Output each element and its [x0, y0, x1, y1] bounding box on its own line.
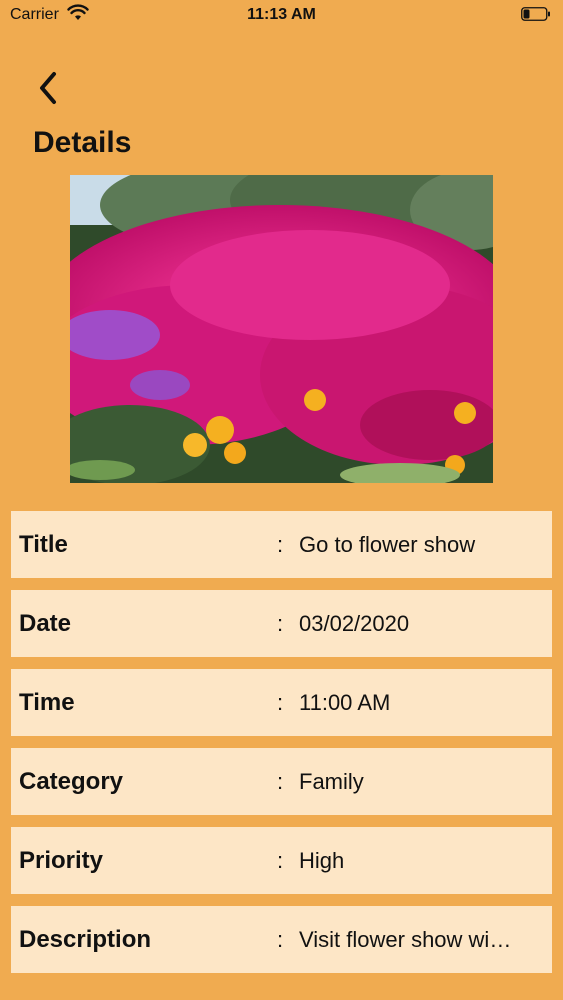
detail-label: Date: [19, 609, 72, 637]
detail-label: Title: [19, 530, 68, 558]
detail-row-title: Title : Go to flower show: [11, 511, 552, 578]
detail-label: Description: [19, 925, 152, 953]
detail-separator: :: [277, 847, 284, 873]
battery-icon: [521, 7, 550, 21]
detail-label: Category: [19, 767, 124, 795]
detail-separator: :: [277, 610, 284, 636]
detail-row-date: Date : 03/02/2020: [11, 590, 552, 657]
detail-separator: :: [277, 689, 284, 715]
detail-value: 11:00 AM: [299, 689, 391, 715]
detail-separator: :: [277, 531, 284, 557]
detail-value: High: [299, 847, 345, 873]
detail-label: Priority: [19, 846, 104, 874]
status-time: 11:13 AM: [247, 6, 316, 23]
detail-row-description: Description : Visit flower show wi…: [11, 906, 552, 973]
detail-value: Go to flower show: [299, 531, 476, 557]
detail-separator: :: [277, 926, 284, 952]
detail-row-time: Time : 11:00 AM: [11, 669, 552, 736]
detail-row-category: Category : Family: [11, 748, 552, 815]
status-bar: Carrier 11:13 AM: [0, 0, 563, 30]
detail-label: Time: [19, 688, 75, 716]
detail-row-priority: Priority : High: [11, 827, 552, 894]
page-title: Details: [33, 126, 132, 159]
detail-separator: :: [277, 768, 284, 794]
detail-value: 03/02/2020: [299, 610, 410, 636]
detail-value: Family: [299, 768, 364, 794]
flower-field-photo: [70, 175, 493, 483]
back-button[interactable]: [30, 68, 66, 108]
detail-value: Visit flower show wi…: [299, 926, 512, 952]
chevron-left-icon: [40, 72, 56, 104]
